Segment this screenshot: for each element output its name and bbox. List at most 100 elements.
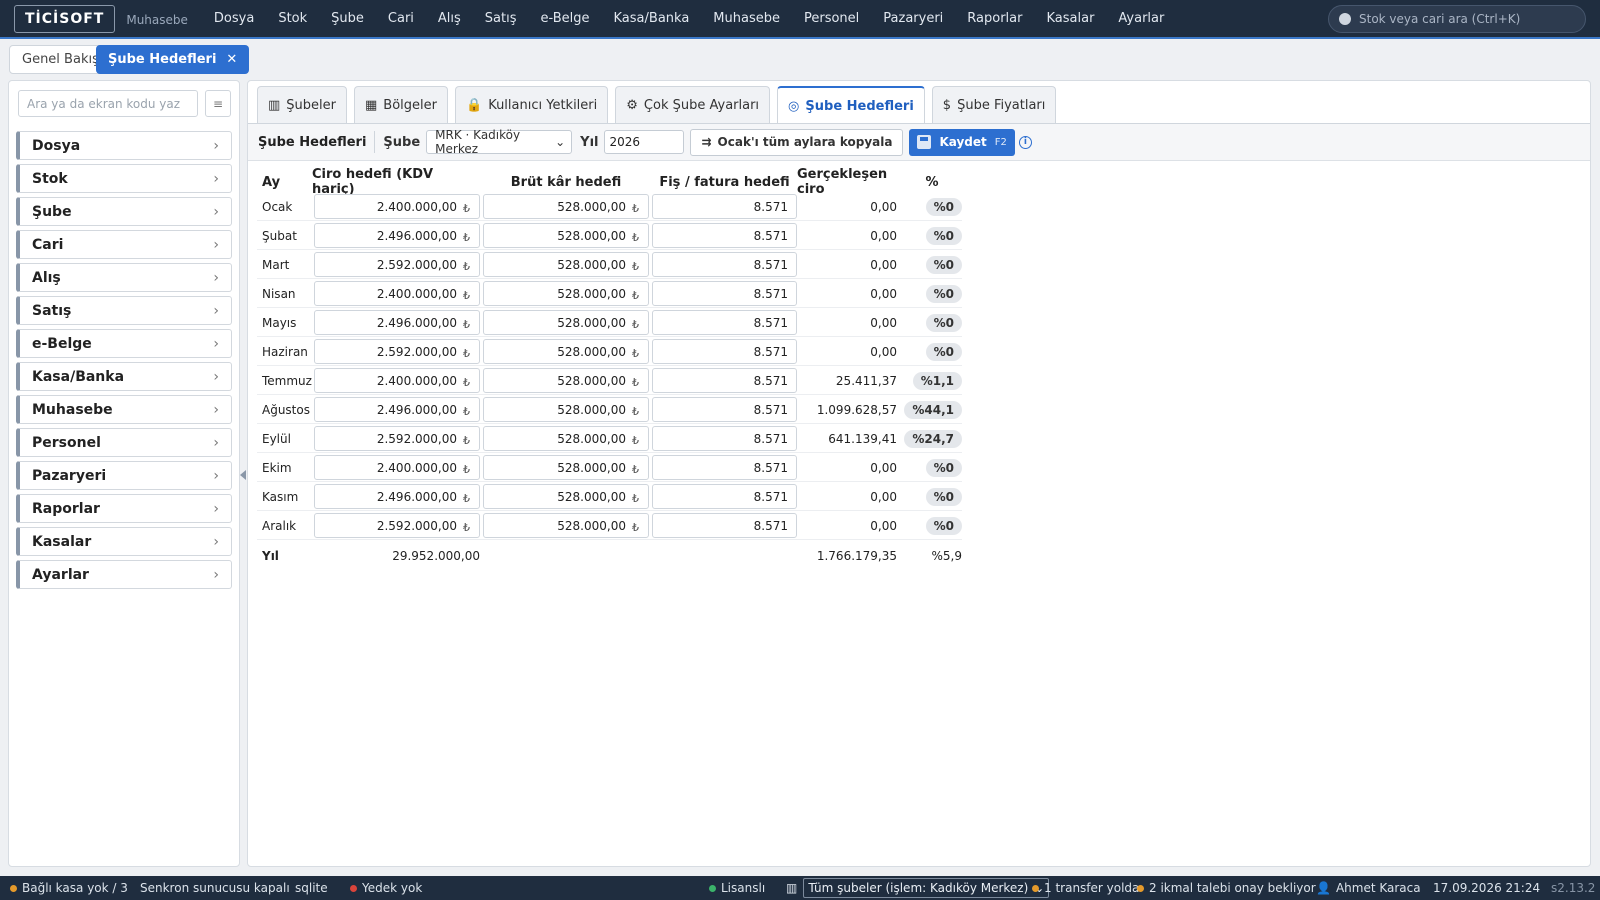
receipt-target-input[interactable]: 8.571: [652, 252, 797, 277]
revenue-target-input[interactable]: 2.496.000,00 ₺: [314, 484, 480, 509]
sidebar-menu-button[interactable]: ≡: [205, 90, 231, 117]
branch-filter-select[interactable]: Tüm şubeler (işlem: Kadıköy Merkez) ⌄: [803, 878, 1050, 898]
topmenu-item[interactable]: Satış: [473, 11, 529, 26]
revenue-target-input[interactable]: 2.400.000,00 ₺: [314, 455, 480, 480]
gross-profit-target-input[interactable]: 528.000,00 ₺: [483, 426, 649, 451]
sidebar-item[interactable]: Dosya ›: [16, 131, 232, 160]
chevron-right-icon: ›: [213, 401, 219, 418]
gross-profit-target-input[interactable]: 528.000,00 ₺: [483, 281, 649, 306]
receipt-target-input[interactable]: 8.571: [652, 484, 797, 509]
month-cell: Ağustos: [262, 402, 310, 417]
topmenu-item[interactable]: Muhasebe: [701, 11, 792, 26]
topmenu-item[interactable]: e-Belge: [529, 11, 602, 26]
topmenu-item[interactable]: Kasa/Banka: [602, 11, 702, 26]
status-supply[interactable]: 2 ikmal talebi onay bekliyor: [1137, 876, 1316, 900]
topmenu-item[interactable]: Kasalar: [1034, 11, 1106, 26]
app-logo[interactable]: TİCİSOFT: [14, 4, 116, 33]
status-branch-filter: ▥ Tüm şubeler (işlem: Kadıköy Merkez) ⌄: [786, 876, 1050, 900]
receipt-target-input[interactable]: 8.571: [652, 455, 797, 480]
receipt-target-input[interactable]: 8.571: [652, 426, 797, 451]
topmenu-item[interactable]: Şube: [319, 11, 376, 26]
topmenu-item[interactable]: Stok: [266, 11, 319, 26]
status-cash: Bağlı kasa yok / 3: [10, 876, 128, 900]
info-icon[interactable]: i: [1018, 135, 1032, 149]
revenue-target-input[interactable]: 2.400.000,00 ₺: [314, 194, 480, 219]
gross-profit-target-input[interactable]: 528.000,00 ₺: [483, 513, 649, 538]
receipt-target-input[interactable]: 8.571: [652, 281, 797, 306]
actual-revenue-cell: 0,00: [870, 344, 897, 359]
gross-profit-target-input[interactable]: 528.000,00 ₺: [483, 339, 649, 364]
tab-map[interactable]: ▦ Bölgeler: [354, 86, 448, 123]
gross-profit-target-input[interactable]: 528.000,00 ₺: [483, 368, 649, 393]
gross-profit-target-input[interactable]: 528.000,00 ₺: [483, 484, 649, 509]
revenue-target-input[interactable]: 2.592.000,00 ₺: [314, 339, 480, 364]
lira-icon: ₺: [463, 404, 470, 418]
sidebar-item[interactable]: Kasalar ›: [16, 527, 232, 556]
receipt-target-input[interactable]: 8.571: [652, 368, 797, 393]
receipt-target-input[interactable]: 8.571: [652, 194, 797, 219]
tab-dollar[interactable]: $ Şube Fiyatları: [931, 86, 1057, 123]
branch-select[interactable]: MRK · Kadıköy Merkez ⌄: [426, 128, 573, 156]
chevron-right-icon: ›: [213, 467, 219, 484]
gross-profit-target-input[interactable]: 528.000,00 ₺: [483, 397, 649, 422]
sidebar-item[interactable]: Kasa/Banka ›: [16, 362, 232, 391]
save-button[interactable]: Kaydet F2: [909, 128, 1015, 156]
topmenu-item[interactable]: Ayarlar: [1106, 11, 1176, 26]
topmenu-item[interactable]: Dosya: [202, 11, 266, 26]
revenue-target-input[interactable]: 2.496.000,00 ₺: [314, 310, 480, 335]
receipt-target-input[interactable]: 8.571: [652, 397, 797, 422]
gross-profit-target-input[interactable]: 528.000,00 ₺: [483, 455, 649, 480]
global-search[interactable]: Stok veya cari ara (Ctrl+K): [1328, 5, 1586, 33]
tab-lock[interactable]: 🔒 Kullanıcı Yetkileri: [455, 86, 609, 123]
sidebar-item[interactable]: Muhasebe ›: [16, 395, 232, 424]
year-input[interactable]: [604, 130, 685, 154]
sidebar-collapse-handle[interactable]: [240, 470, 246, 480]
sidebar-search-input[interactable]: [18, 90, 198, 117]
receipt-target-input[interactable]: 8.571: [652, 310, 797, 335]
sidebar-item[interactable]: Raporlar ›: [16, 494, 232, 523]
sidebar-item[interactable]: Ayarlar ›: [16, 560, 232, 589]
sidebar-item[interactable]: e-Belge ›: [16, 329, 232, 358]
topmenu-item[interactable]: Pazaryeri: [871, 11, 955, 26]
tab-building[interactable]: ▥ Şubeler: [257, 86, 347, 123]
sidebar-item[interactable]: Alış ›: [16, 263, 232, 292]
gross-profit-target-input[interactable]: 528.000,00 ₺: [483, 310, 649, 335]
doctab-branch-targets[interactable]: Şube Hedefleri ✕: [96, 45, 250, 74]
tab-gear[interactable]: ⚙ Çok Şube Ayarları: [615, 86, 771, 123]
tab-target[interactable]: ◎ Şube Hedefleri: [777, 86, 925, 124]
sidebar-item[interactable]: Stok ›: [16, 164, 232, 193]
sidebar-item[interactable]: Şube ›: [16, 197, 232, 226]
gross-profit-target-input[interactable]: 528.000,00 ₺: [483, 223, 649, 248]
topmenu-item[interactable]: Alış: [426, 11, 473, 26]
sidebar-item[interactable]: Satış ›: [16, 296, 232, 325]
close-icon[interactable]: ✕: [226, 52, 237, 67]
receipt-target-input[interactable]: 8.571: [652, 513, 797, 538]
receipt-target-input[interactable]: 8.571: [652, 339, 797, 364]
sidebar-item[interactable]: Pazaryeri ›: [16, 461, 232, 490]
revenue-target-input[interactable]: 2.592.000,00 ₺: [314, 513, 480, 538]
sidebar-item[interactable]: Personel ›: [16, 428, 232, 457]
copy-january-button[interactable]: ⇉ Ocak'ı tüm aylara kopyala: [690, 128, 904, 156]
gross-profit-target-value: 528.000,00: [557, 315, 626, 330]
revenue-target-input[interactable]: 2.592.000,00 ₺: [314, 252, 480, 277]
sidebar-item[interactable]: Cari ›: [16, 230, 232, 259]
revenue-target-input[interactable]: 2.400.000,00 ₺: [314, 281, 480, 306]
topmenu-item[interactable]: Raporlar: [955, 11, 1034, 26]
topmenu-item[interactable]: Personel: [792, 11, 871, 26]
receipt-target-input[interactable]: 8.571: [652, 223, 797, 248]
gross-profit-target-input[interactable]: 528.000,00 ₺: [483, 194, 649, 219]
receipt-target-value: 8.571: [753, 460, 788, 475]
status-transfer[interactable]: 1 transfer yolda: [1032, 876, 1139, 900]
lira-icon: ₺: [463, 288, 470, 302]
revenue-target-input[interactable]: 2.400.000,00 ₺: [314, 368, 480, 393]
revenue-target-input[interactable]: 2.496.000,00 ₺: [314, 397, 480, 422]
actual-revenue-cell: 641.139,41: [828, 431, 897, 446]
gross-profit-target-input[interactable]: 528.000,00 ₺: [483, 252, 649, 277]
topmenu-item[interactable]: Cari: [376, 11, 426, 26]
status-user[interactable]: 👤 Ahmet Karaca: [1316, 876, 1421, 900]
tab-label: Şube Hedefleri: [805, 98, 914, 114]
revenue-target-input[interactable]: 2.592.000,00 ₺: [314, 426, 480, 451]
lira-icon: ₺: [632, 491, 639, 505]
doctab-overview-label: Genel Bakış: [22, 52, 99, 67]
revenue-target-input[interactable]: 2.496.000,00 ₺: [314, 223, 480, 248]
